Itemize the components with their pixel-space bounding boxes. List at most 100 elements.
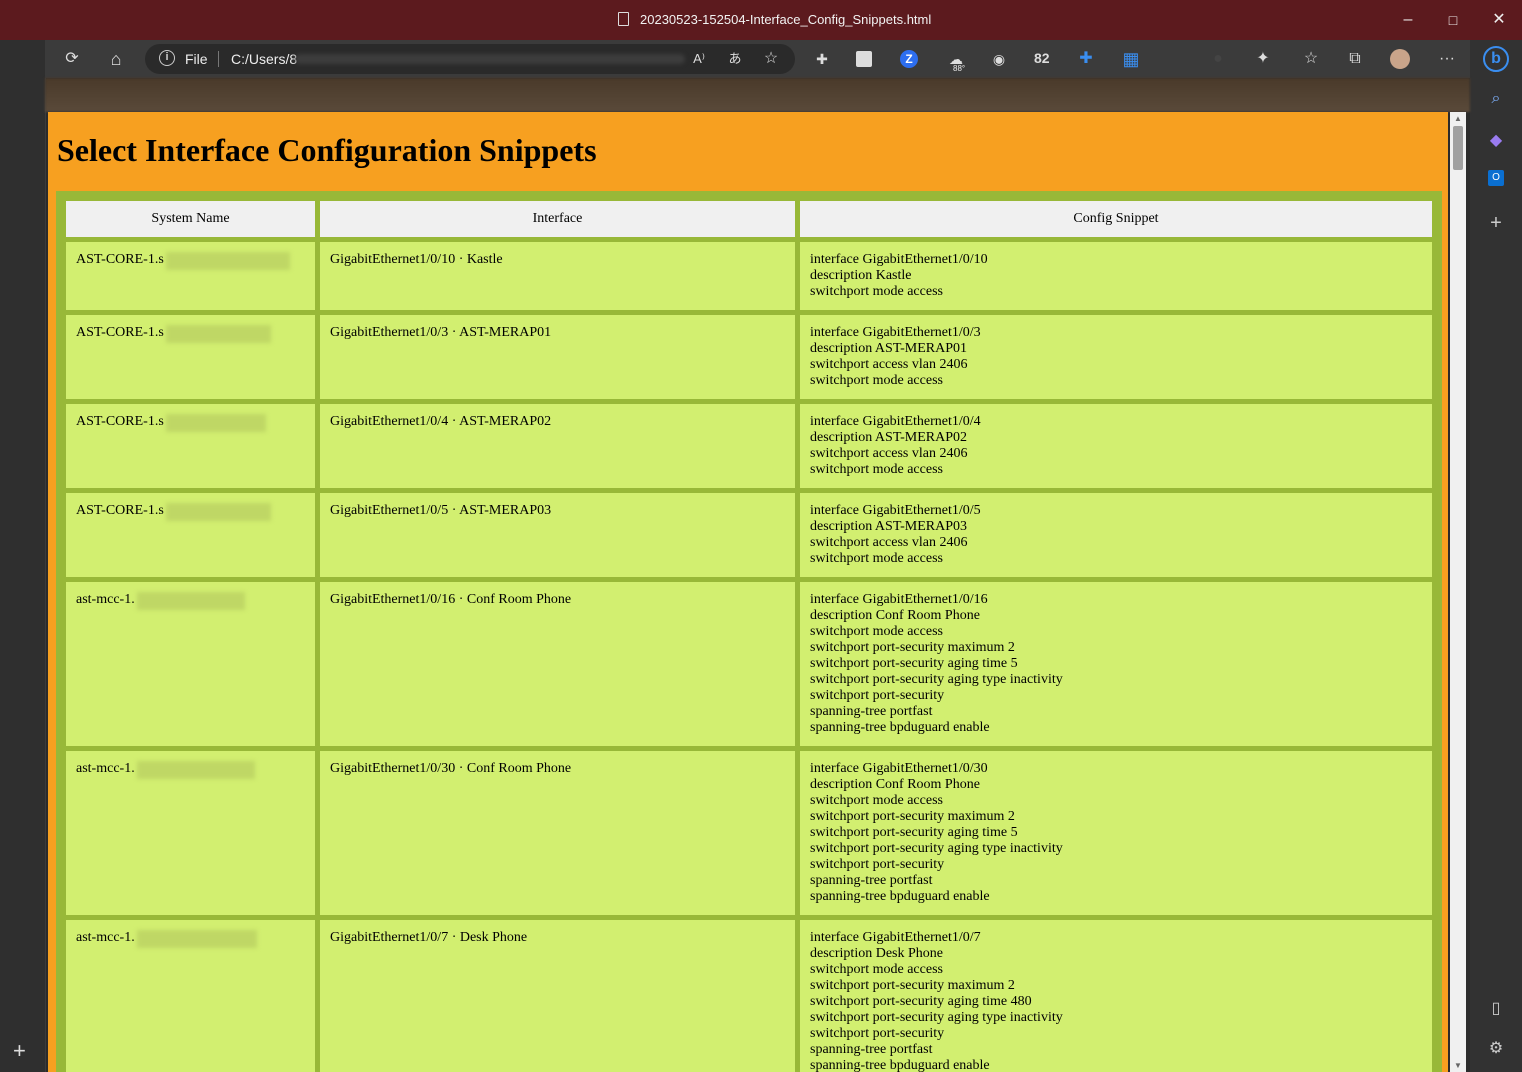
snippet-line: interface GigabitEthernet1/0/4 (810, 414, 981, 429)
refresh-icon[interactable]: ⟳ (61, 48, 83, 70)
window-title: 20230523-152504-Interface_Config_Snippet… (640, 12, 932, 27)
cell-config-snippet: interface GigabitEthernet1/0/16 descripti… (800, 582, 1432, 746)
cell-interface: GigabitEthernet1/0/30 · Conf Room Phone (320, 751, 795, 915)
header-system-name: System Name (66, 201, 315, 237)
address-bar[interactable]: i File C:/Users/8 A⁾ あ ☆ (145, 44, 795, 74)
extension-count-badge[interactable]: 82 (1034, 50, 1050, 66)
table-row: AST-CORE-1.s GigabitEthernet1/0/3 · AST-M… (66, 315, 1432, 399)
snippet-line: spanning-tree portfast (810, 704, 933, 719)
home-icon[interactable]: ⌂ (105, 48, 127, 70)
scroll-up-arrow-icon[interactable]: ▲ (1454, 114, 1462, 123)
extension-z-icon[interactable]: Z (900, 50, 918, 68)
snippet-line: description AST-MERAP02 (810, 430, 967, 445)
collections-icon[interactable]: ⧉ (1344, 48, 1366, 70)
profile-avatar[interactable] (1390, 49, 1410, 69)
weather-temp: 88° (953, 64, 966, 73)
snippet-line: switchport mode access (810, 284, 943, 299)
page-viewport: Select Interface Configuration Snippets … (48, 112, 1448, 1072)
scroll-down-arrow-icon[interactable]: ▼ (1454, 1061, 1462, 1070)
snippet-line: spanning-tree bpduguard enable (810, 720, 990, 735)
snippet-line: switchport access vlan 2406 (810, 446, 968, 461)
add-sidebar-icon[interactable]: + (1485, 212, 1507, 234)
redacted-hostname (165, 503, 271, 521)
snippet-line: switchport mode access (810, 962, 943, 977)
extensions-icon[interactable]: ✦ (1252, 48, 1274, 70)
address-scheme: File (185, 51, 208, 67)
extension-blue-puzzle-icon[interactable]: ✚ (1075, 48, 1097, 70)
table-header-row: System Name Interface Config Snippet (66, 201, 1432, 237)
info-icon[interactable]: i (159, 50, 175, 66)
cell-config-snippet: interface GigabitEthernet1/0/10 descripti… (800, 242, 1432, 310)
outlook-icon[interactable]: O (1488, 170, 1504, 186)
shopping-icon[interactable]: ◆ (1485, 130, 1507, 152)
config-table: System Name Interface Config Snippet AST… (61, 196, 1437, 1072)
cell-interface: GigabitEthernet1/0/16 · Conf Room Phone (320, 582, 795, 746)
snippet-line: switchport port-security maximum 2 (810, 809, 1015, 824)
snippet-line: description Conf Room Phone (810, 777, 980, 792)
redacted-hostname (136, 592, 245, 610)
favorites-icon[interactable]: ☆ (1300, 48, 1322, 70)
minimize-button[interactable]: – (1396, 8, 1420, 32)
config-table-frame: System Name Interface Config Snippet AST… (56, 191, 1442, 1072)
settings-icon[interactable]: ⚙ (1485, 1038, 1507, 1060)
close-button[interactable]: ✕ (1487, 8, 1511, 32)
address-divider (218, 51, 219, 67)
system-name-text: AST-CORE-1.s (76, 252, 164, 267)
redacted-hostname (165, 414, 266, 432)
address-url[interactable]: C:/Users/8 (231, 51, 297, 67)
snippet-line: switchport mode access (810, 624, 943, 639)
search-icon[interactable]: ⌕ (1485, 88, 1507, 110)
cell-config-snippet: interface GigabitEthernet1/0/30 descripti… (800, 751, 1432, 915)
table-row: ast-mcc-1. GigabitEthernet1/0/30 · Conf R… (66, 751, 1432, 915)
snippet-line: switchport port-security aging type inac… (810, 672, 1063, 687)
cell-interface: GigabitEthernet1/0/5 · AST-MERAP03 (320, 493, 795, 577)
system-name-text: AST-CORE-1.s (76, 325, 164, 340)
extension-puzzle-icon[interactable]: ✚ (811, 48, 833, 70)
snippet-line: switchport access vlan 2406 (810, 357, 968, 372)
favorites-bar (45, 78, 1470, 112)
scrollbar-thumb[interactable] (1453, 126, 1463, 170)
snippet-line: switchport mode access (810, 551, 943, 566)
snippet-line: switchport port-security aging time 5 (810, 656, 1018, 671)
snippet-line: interface GigabitEthernet1/0/30 (810, 761, 988, 776)
new-tab-icon[interactable]: + (13, 1038, 26, 1064)
system-name-text: ast-mcc-1. (76, 761, 135, 776)
snippet-line: description AST-MERAP03 (810, 519, 967, 534)
bing-icon[interactable]: b (1483, 46, 1509, 72)
snippet-line: spanning-tree portfast (810, 873, 933, 888)
header-interface: Interface (320, 201, 795, 237)
snippet-line: interface GigabitEthernet1/0/7 (810, 930, 981, 945)
read-aloud-icon[interactable]: A⁾ (688, 48, 710, 70)
cell-system-name: AST-CORE-1.s (66, 404, 315, 488)
snippet-line: switchport mode access (810, 793, 943, 808)
snippet-line: description Desk Phone (810, 946, 943, 961)
extension-grid-icon[interactable]: ▦ (1120, 48, 1142, 70)
snippet-line: switchport port-security aging type inac… (810, 1010, 1063, 1025)
extension-shield-icon[interactable]: ◉ (988, 48, 1010, 70)
sidebar-toggle-icon[interactable]: ▯ (1485, 998, 1507, 1020)
page-title: Select Interface Configuration Snippets (57, 132, 597, 168)
snippet-line: spanning-tree bpduguard enable (810, 889, 990, 904)
more-menu-icon[interactable]: ··· (1436, 48, 1458, 70)
table-row: AST-CORE-1.s GigabitEthernet1/0/4 · AST-M… (66, 404, 1432, 488)
extension-github-icon[interactable]: ● (1207, 48, 1229, 70)
snippet-line: interface GigabitEthernet1/0/5 (810, 503, 981, 518)
translate-icon[interactable]: あ (724, 48, 746, 70)
snippet-line: interface GigabitEthernet1/0/3 (810, 325, 981, 340)
snippet-line: switchport port-security maximum 2 (810, 978, 1015, 993)
snippet-line: switchport mode access (810, 373, 943, 388)
system-name-text: AST-CORE-1.s (76, 503, 164, 518)
add-favorite-icon[interactable]: ☆ (760, 48, 782, 70)
snippet-line: switchport port-security aging type inac… (810, 841, 1063, 856)
maximize-button[interactable]: □ (1441, 8, 1465, 32)
cell-interface: GigabitEthernet1/0/3 · AST-MERAP01 (320, 315, 795, 399)
table-row: AST-CORE-1.s GigabitEthernet1/0/5 · AST-M… (66, 493, 1432, 577)
redacted-hostname (136, 930, 257, 948)
extension-p-icon[interactable] (856, 51, 872, 67)
table-row: ast-mcc-1. GigabitEthernet1/0/16 · Conf R… (66, 582, 1432, 746)
snippet-line: switchport port-security (810, 1026, 945, 1041)
cell-interface: GigabitEthernet1/0/10 · Kastle (320, 242, 795, 310)
redacted-hostname (136, 761, 255, 779)
snippet-line: switchport port-security aging time 480 (810, 994, 1032, 1009)
page-scrollbar[interactable]: ▲ ▼ (1450, 112, 1466, 1072)
